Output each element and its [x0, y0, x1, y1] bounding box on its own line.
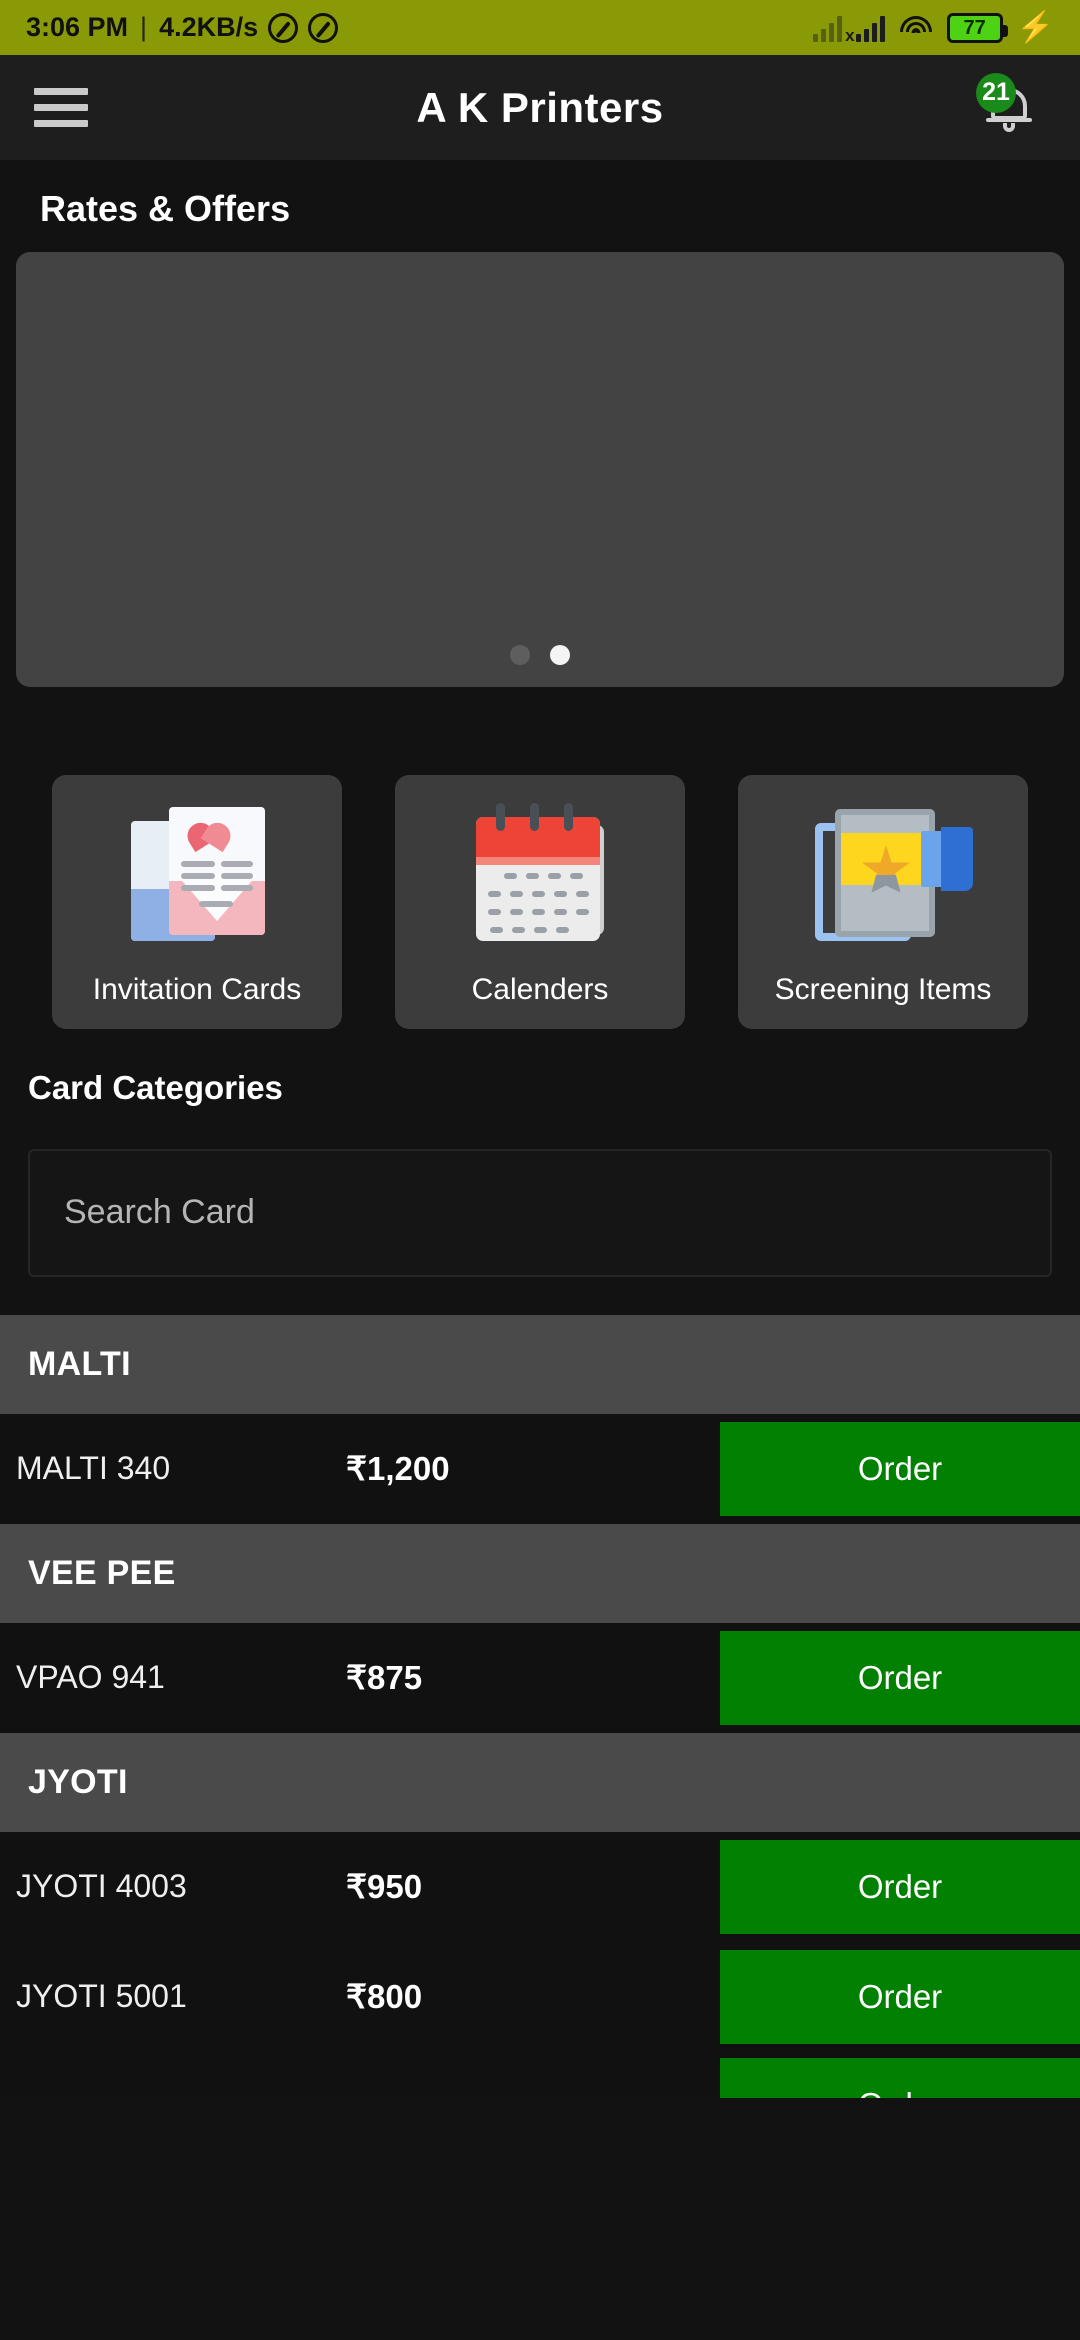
card-name: JYOTI 4003 — [16, 1868, 187, 1904]
order-button[interactable]: Order — [720, 2057, 1080, 2098]
card-name: JYOTI 5001 — [16, 1978, 187, 2014]
table-row[interactable]: MALTI 340 ₹1,200 Order — [0, 1413, 1080, 1524]
status-bar-right: 77 ⚡ — [812, 10, 1054, 46]
category-tiles: Invitation Cards Calenders Screening Ite… — [0, 687, 1080, 1029]
category-tile-label: Calenders — [471, 973, 609, 1006]
page-title: A K Printers — [416, 83, 664, 131]
lightning-bolt-icon: ⚡ — [1016, 10, 1054, 44]
status-bar-network-speed: 4.2KB/s — [159, 12, 259, 42]
calendar-icon — [460, 797, 620, 957]
notification-bell-button[interactable]: 21 — [972, 71, 1046, 145]
hamburger-menu-icon[interactable] — [34, 88, 88, 127]
status-bar-time: 3:06 PM — [26, 12, 129, 42]
notification-count-badge: 21 — [976, 72, 1016, 113]
order-button[interactable]: Order — [720, 1421, 1080, 1516]
signal-bars-no-service-icon — [812, 14, 855, 46]
card-list: MALTI MALTI 340 ₹1,200 Order VEE PEE VPA… — [0, 1314, 1080, 2098]
category-tile-screening-items[interactable]: Screening Items — [738, 775, 1028, 1029]
do-not-disturb-icon-2 — [308, 12, 339, 43]
table-row[interactable]: JYOTI 5001 ₹800 Order — [0, 1941, 1080, 2052]
signal-bars-icon — [855, 14, 885, 42]
main-content: Rates & Offers Invitation Cards Calender… — [0, 160, 1080, 2098]
screening-item-icon — [803, 797, 973, 957]
card-name: VPAO 941 — [16, 1659, 165, 1695]
group-header-vee-pee: VEE PEE — [0, 1523, 1080, 1623]
table-row[interactable]: JYOTI 4003 ₹950 Order — [0, 1831, 1080, 1942]
order-button[interactable]: Order — [720, 1630, 1080, 1725]
carousel-dots — [16, 645, 1064, 665]
battery-level-label: 77 — [963, 16, 986, 39]
battery-icon: 77 — [946, 12, 1008, 43]
card-categories-heading: Card Categories — [28, 1068, 283, 1106]
table-row[interactable]: Order — [0, 2051, 1080, 2098]
status-bar-separator: | — [140, 12, 148, 42]
status-bar-left: 3:06 PM | 4.2KB/s — [26, 12, 339, 43]
group-header-malti: MALTI — [0, 1314, 1080, 1414]
carousel-dot-2[interactable] — [550, 645, 570, 665]
invitation-card-icon — [117, 797, 277, 957]
status-bar: 3:06 PM | 4.2KB/s 77 ⚡ — [0, 0, 1080, 55]
order-button[interactable]: Order — [720, 1839, 1080, 1934]
category-tile-calenders[interactable]: Calenders — [395, 775, 685, 1029]
search-input[interactable] — [64, 1193, 1016, 1232]
promo-banner-carousel[interactable] — [16, 252, 1064, 687]
wifi-icon — [899, 14, 933, 42]
card-name: MALTI 340 — [16, 1450, 171, 1486]
search-card-container[interactable] — [28, 1148, 1052, 1277]
category-tile-invitation-cards[interactable]: Invitation Cards — [52, 775, 342, 1029]
table-row[interactable]: VPAO 941 ₹875 Order — [0, 1622, 1080, 1733]
carousel-dot-1[interactable] — [510, 645, 530, 665]
order-button[interactable]: Order — [720, 1949, 1080, 2044]
group-header-jyoti: JYOTI — [0, 1732, 1080, 1832]
category-tile-label: Screening Items — [774, 973, 992, 1006]
rates-offers-heading: Rates & Offers — [40, 188, 291, 229]
category-tile-label: Invitation Cards — [92, 973, 302, 1006]
app-bar: A K Printers 21 — [0, 55, 1080, 160]
do-not-disturb-icon — [268, 12, 299, 43]
